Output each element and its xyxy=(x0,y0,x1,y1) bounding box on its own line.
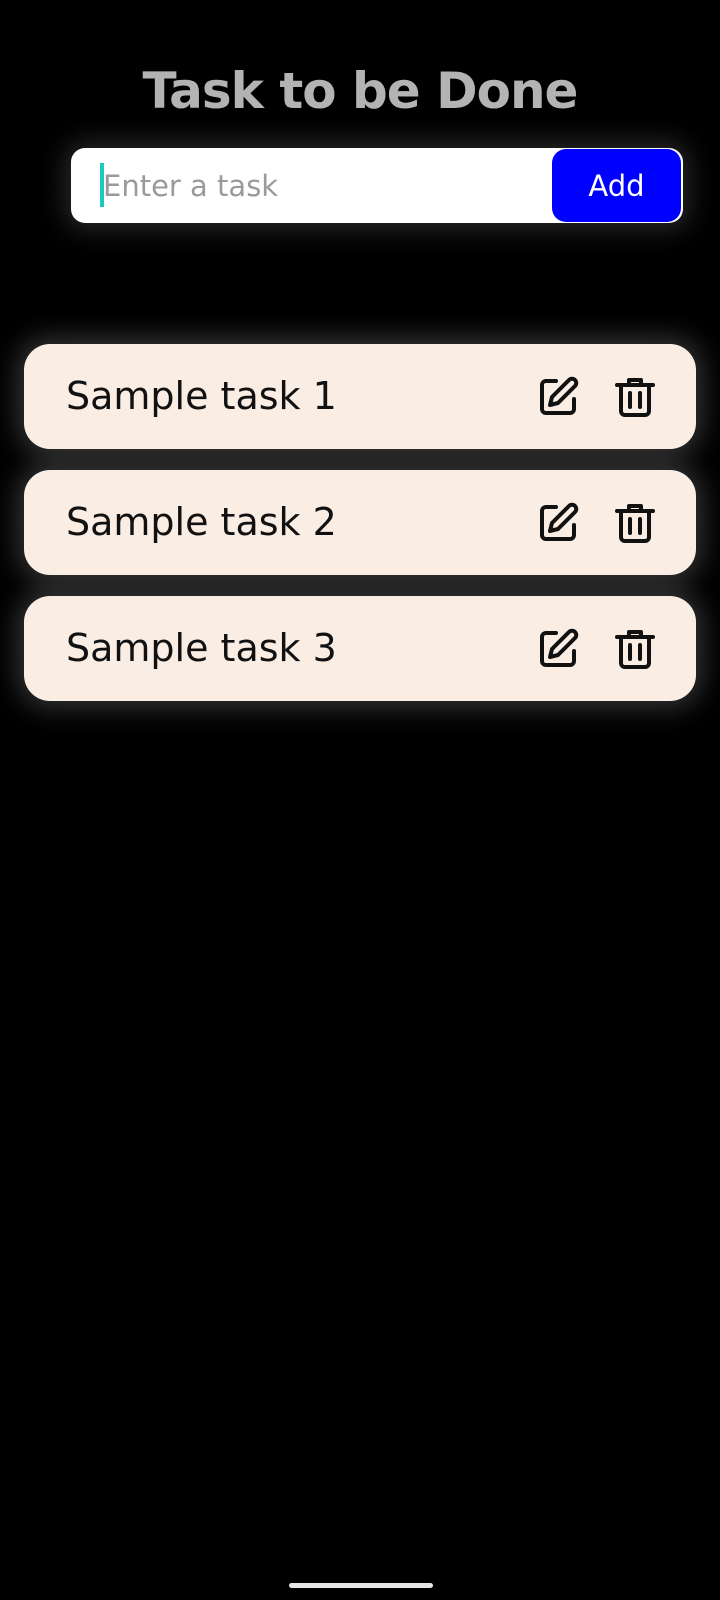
task-label: Sample task 1 xyxy=(66,374,337,418)
task-label: Sample task 3 xyxy=(66,626,337,670)
trash-icon[interactable] xyxy=(611,373,659,421)
trash-icon[interactable] xyxy=(611,499,659,547)
task-item: Sample task 2 xyxy=(24,470,696,575)
task-input[interactable] xyxy=(71,148,551,223)
task-label: Sample task 2 xyxy=(66,500,337,544)
task-list: Sample task 1 Sample task 2 Sample task xyxy=(24,344,696,722)
task-item: Sample task 3 xyxy=(24,596,696,701)
edit-icon[interactable] xyxy=(534,499,582,547)
page-title: Task to be Done xyxy=(142,62,579,120)
add-task-button[interactable]: Add xyxy=(552,149,681,222)
edit-icon[interactable] xyxy=(534,625,582,673)
task-item: Sample task 1 xyxy=(24,344,696,449)
edit-icon[interactable] xyxy=(534,373,582,421)
home-indicator[interactable] xyxy=(289,1583,433,1588)
task-entry-bar: Add xyxy=(71,148,683,223)
trash-icon[interactable] xyxy=(611,625,659,673)
